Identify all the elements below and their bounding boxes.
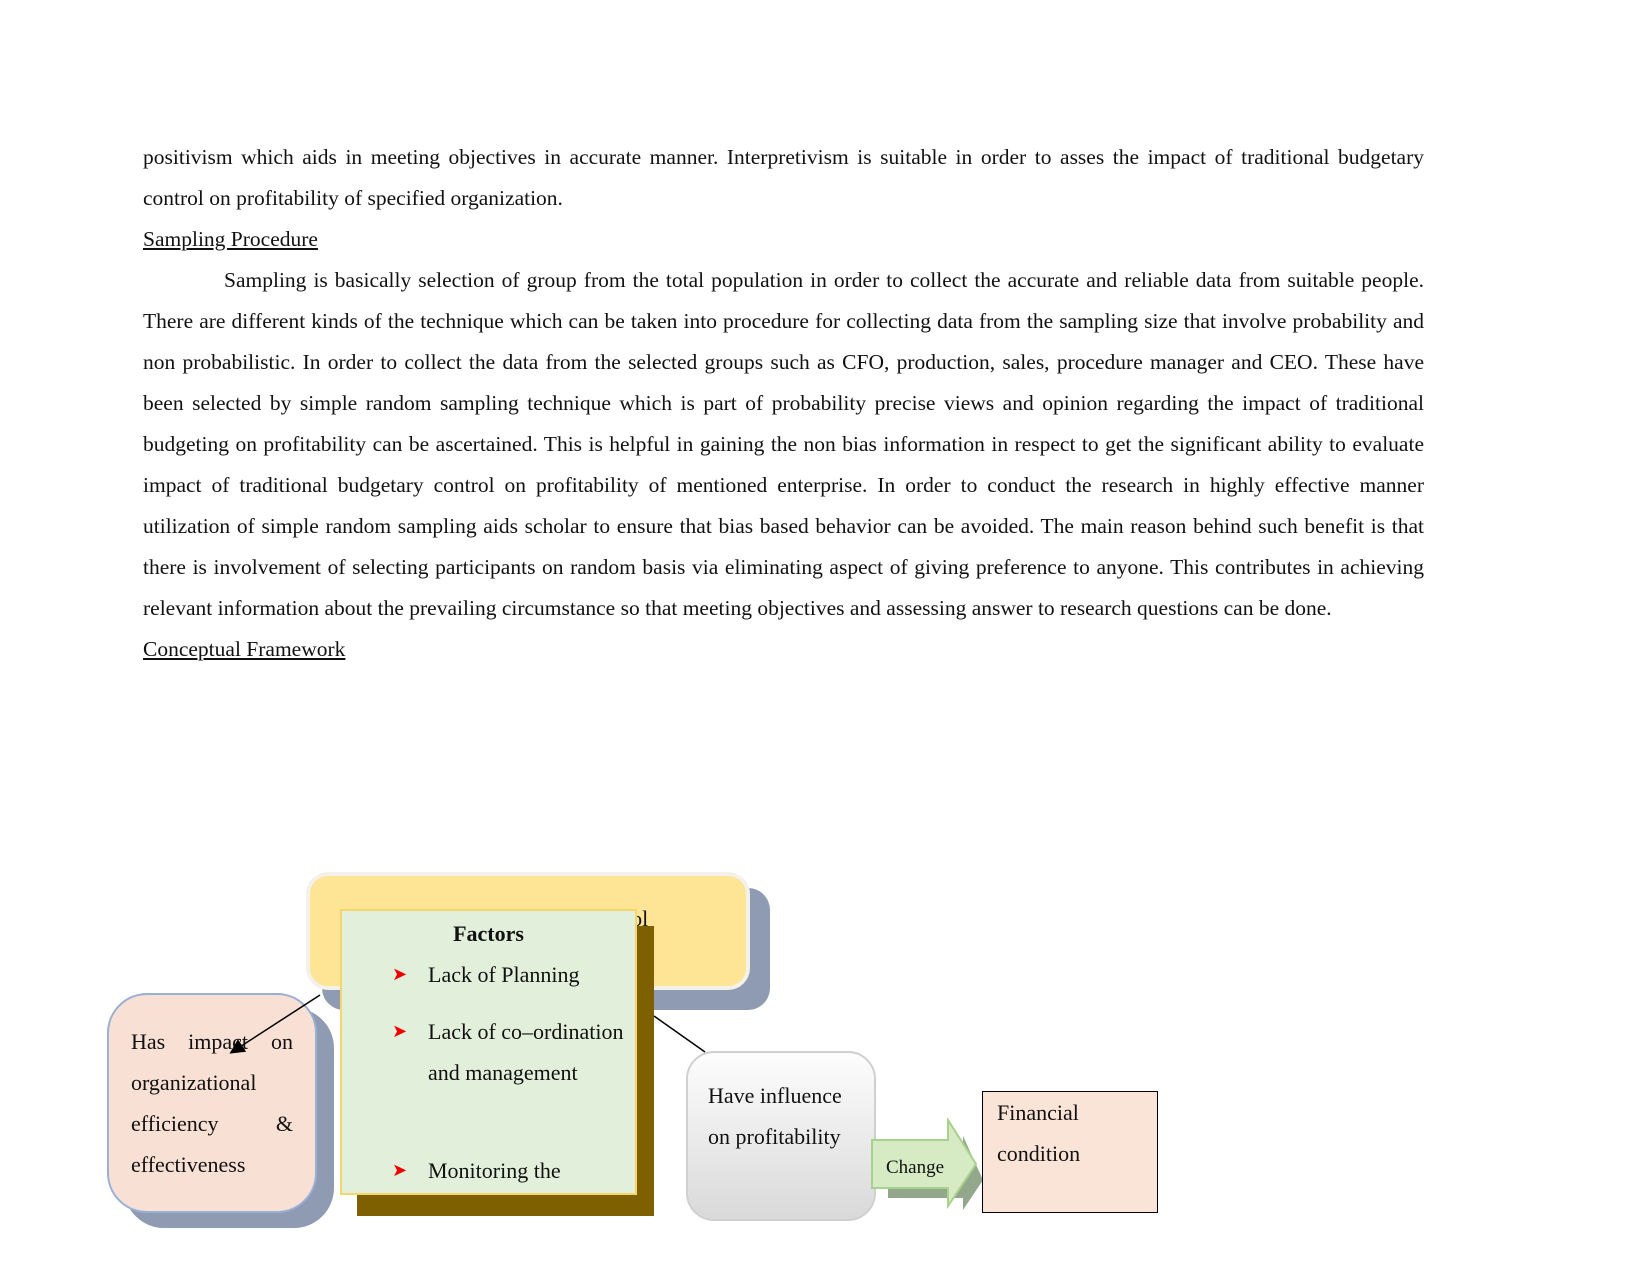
right-box-label: Financial condition bbox=[997, 1100, 1081, 1166]
middle-box-label: Have influence on profitability bbox=[708, 1083, 842, 1149]
change-arrow-label: Change bbox=[886, 1157, 945, 1178]
right-box: Financial condition bbox=[982, 1091, 1158, 1213]
line-to-middle-box bbox=[653, 1015, 706, 1053]
middle-box: Have influence on profitability bbox=[686, 1051, 876, 1221]
arrow-to-left-box bbox=[229, 994, 321, 1054]
